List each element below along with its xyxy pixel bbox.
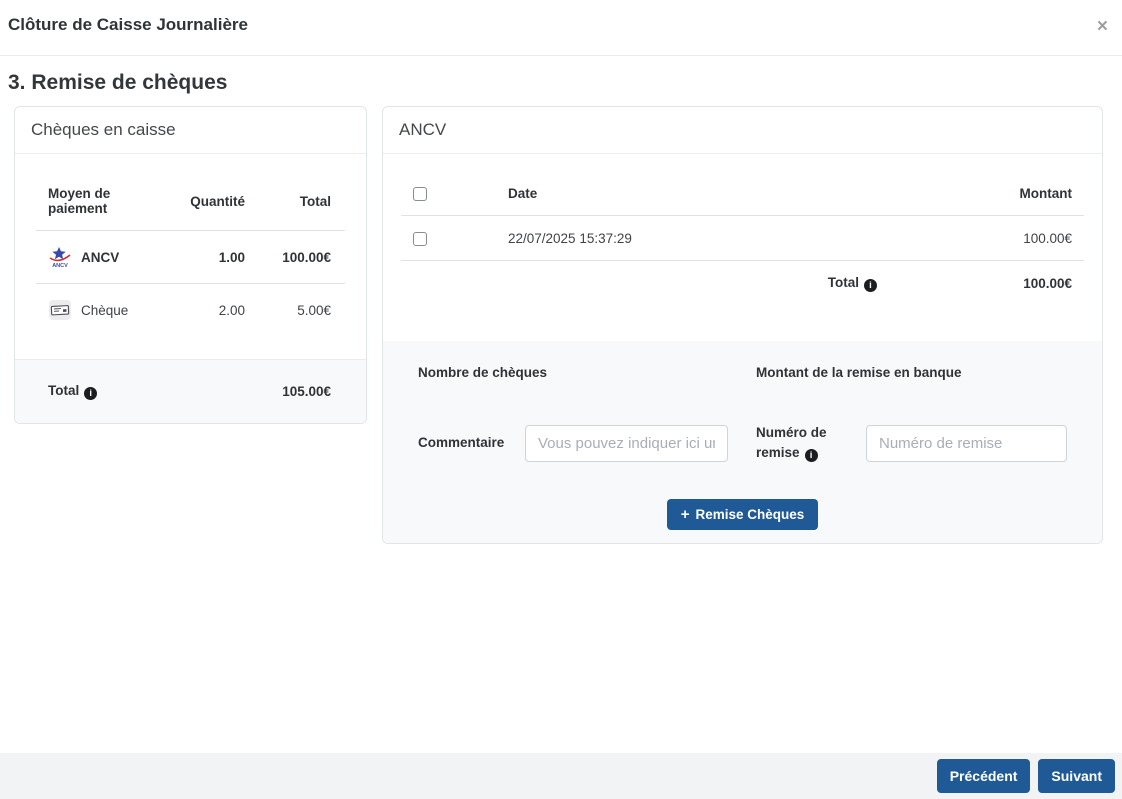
next-button[interactable]: Suivant [1038, 759, 1115, 793]
plus-icon: + [681, 507, 690, 522]
cheques-en-caisse-title: Chèques en caisse [15, 107, 366, 154]
column-header-quantity: Quantité [150, 154, 245, 231]
payment-method-quantity: 1.00 [150, 231, 245, 284]
ancv-cheques-table: Date Montant 22/07/2025 15:37:29 100.00€… [401, 154, 1084, 306]
column-header-method: Moyen de paiement [36, 154, 150, 231]
cheques-en-caisse-card: Chèques en caisse Moyen de paiement Quan… [14, 106, 367, 424]
table-row: ANCV ANCV 1.00 100.00€ [36, 231, 345, 284]
close-icon[interactable]: × [1093, 15, 1112, 38]
comment-label: Commentaire [418, 433, 525, 453]
ancv-card-title: ANCV [383, 107, 1102, 154]
cheque-date: 22/07/2025 15:37:29 [508, 216, 877, 260]
total-row: Totali 100.00€ [401, 260, 1084, 306]
remise-form: Nombre de chèques Montant de la remise e… [383, 341, 1102, 543]
ancv-card: ANCV Date Montant 22/07/2025 15:37:29 10… [382, 106, 1103, 544]
info-icon: i [864, 279, 877, 292]
ancv-logo-icon: ANCV [48, 246, 72, 268]
previous-button[interactable]: Précédent [937, 759, 1031, 793]
cheque-amount: 100.00€ [877, 216, 1084, 260]
table-header-row: Moyen de paiement Quantité Total [36, 154, 345, 231]
column-header-total: Total [245, 154, 345, 231]
step-title: 3. Remise de chèques [8, 71, 1122, 95]
table-row: 22/07/2025 15:37:29 100.00€ [401, 216, 1084, 260]
column-header-amount: Montant [877, 154, 1084, 216]
table-header-row: Date Montant [401, 154, 1084, 216]
payment-method-total: 5.00€ [245, 284, 345, 337]
payment-method-name: ANCV [81, 250, 119, 265]
bank-deposit-label: Montant de la remise en banque [756, 363, 1067, 383]
total-label: Totali [48, 383, 97, 400]
modal-footer: Précédent Suivant [0, 753, 1122, 799]
payment-methods-table: Moyen de paiement Quantité Total AN [36, 154, 345, 336]
info-icon: i [805, 449, 818, 462]
modal-title: Clôture de Caisse Journalière [8, 15, 248, 35]
info-icon: i [84, 387, 97, 400]
comment-input[interactable] [525, 425, 728, 462]
payment-method-quantity: 2.00 [150, 284, 245, 337]
payment-method-total: 100.00€ [245, 231, 345, 284]
row-checkbox[interactable] [413, 232, 427, 246]
total-value: 105.00€ [282, 384, 331, 399]
select-all-checkbox[interactable] [413, 187, 427, 201]
deposit-number-input[interactable] [866, 425, 1067, 462]
cards-row: Chèques en caisse Moyen de paiement Quan… [14, 106, 1103, 544]
cheque-count-label: Nombre de chèques [418, 363, 756, 383]
payment-method-name: Chèque [81, 303, 128, 318]
cheque-icon [48, 299, 72, 321]
modal-header: Clôture de Caisse Journalière × [0, 0, 1122, 56]
svg-text:ANCV: ANCV [52, 263, 68, 268]
total-value: 100.00€ [877, 260, 1084, 306]
deposit-number-label: Numéro de remisei [756, 423, 866, 462]
cheques-total-row: Totali 105.00€ [15, 359, 366, 423]
column-header-date: Date [508, 154, 877, 216]
remise-cheques-button[interactable]: + Remise Chèques [667, 499, 819, 530]
table-row: Chèque 2.00 5.00€ [36, 284, 345, 337]
total-label: Totali [401, 260, 877, 306]
